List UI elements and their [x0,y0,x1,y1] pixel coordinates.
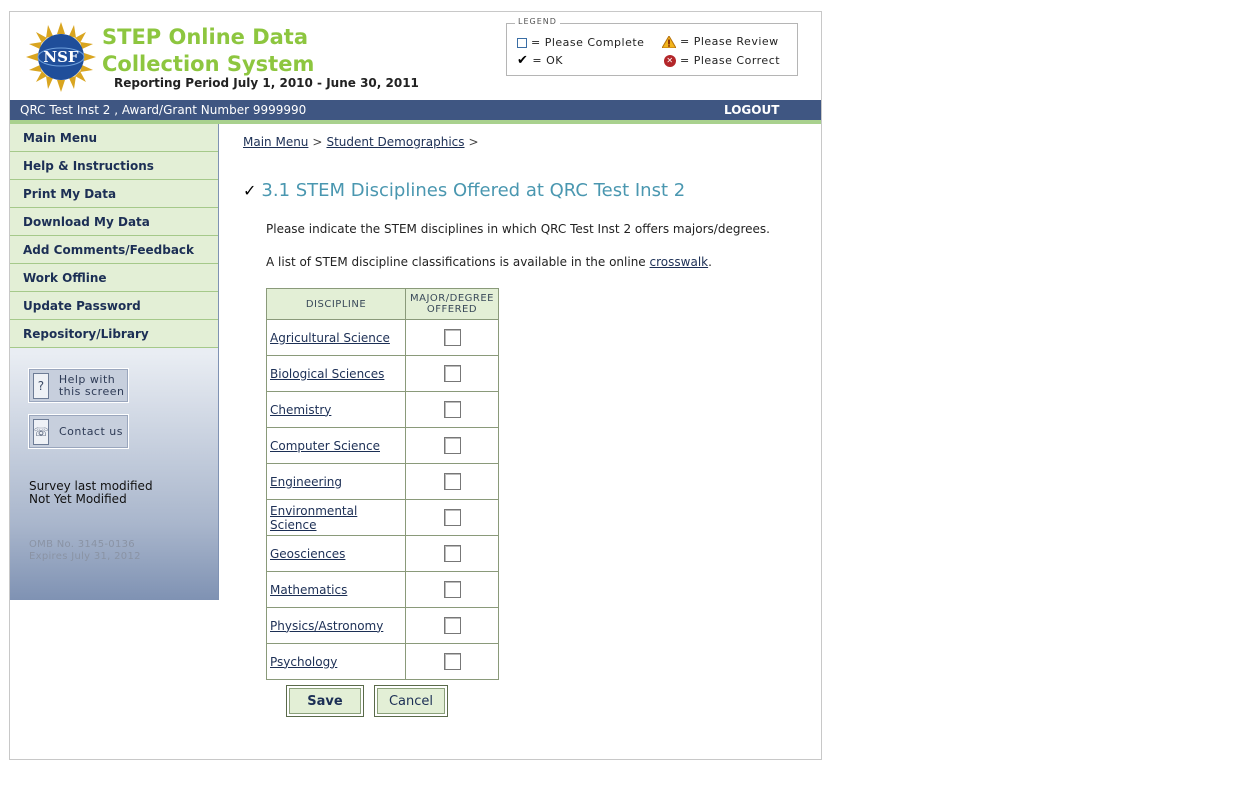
discipline-link[interactable]: Engineering [270,475,342,489]
nsf-logo: NSF [26,22,96,92]
sidebar-item-print-my-data[interactable]: Print My Data [10,180,218,208]
empty-box-icon [517,37,527,48]
contact-us-button[interactable]: ☏ Contact us [28,414,129,449]
offered-checkbox[interactable] [443,437,461,454]
error-icon: ✕ [664,54,676,67]
nsf-logo-text: NSF [43,48,79,66]
discipline-link[interactable]: Environmental Science [270,504,357,532]
table-row: Geosciences [266,535,499,572]
table-row: Biological Sciences [266,355,499,392]
omb-number: OMB No. 3145-0136 [29,539,135,550]
discipline-link[interactable]: Psychology [270,655,337,669]
sidebar-item-help-instructions[interactable]: Help & Instructions [10,152,218,180]
warning-icon [662,35,676,48]
legend-please-review: = Please Review [662,35,779,48]
breadcrumb-main-menu[interactable]: Main Menu [243,135,308,149]
discipline-link[interactable]: Physics/Astronomy [270,619,383,633]
phone-icon: ☏ [33,418,49,445]
save-button[interactable]: Save [286,685,364,717]
table-row: Mathematics [266,571,499,608]
cancel-button[interactable]: Cancel [374,685,448,717]
discipline-link[interactable]: Agricultural Science [270,331,390,345]
table-row: Psychology [266,643,499,680]
legend: LEGEND = Please Complete = Please Review… [506,17,798,76]
offered-checkbox[interactable] [443,329,461,346]
table-row: Agricultural Science [266,319,499,356]
disciplines-table: DISCIPLINE MAJOR/DEGREE OFFERED Agricult… [266,288,499,680]
survey-status: Survey last modified Not Yet Modified [29,480,153,506]
table-row: Engineering [266,463,499,500]
table-row: Computer Science [266,427,499,464]
reporting-period: Reporting Period July 1, 2010 - June 30,… [114,76,419,90]
column-header-offered: MAJOR/DEGREE OFFERED [405,288,499,320]
question-icon: ? [33,372,49,399]
legend-title: LEGEND [515,17,560,26]
offered-checkbox[interactable] [443,473,461,490]
instruction-text: Please indicate the STEM disciplines in … [266,222,770,236]
sidebar-item-add-comments[interactable]: Add Comments/Feedback [10,236,218,264]
table-row: Environmental Science [266,499,499,536]
offered-checkbox[interactable] [443,365,461,382]
page-frame: NSF STEP Online Data Collection System R… [9,11,822,760]
sidebar: Main Menu Help & Instructions Print My D… [10,124,219,600]
survey-value: Not Yet Modified [29,492,127,506]
discipline-link[interactable]: Chemistry [270,403,331,417]
table-header-row: DISCIPLINE MAJOR/DEGREE OFFERED [266,288,499,320]
crosswalk-link[interactable]: crosswalk [650,255,709,269]
legend-ok: ✔ = OK [517,52,563,68]
omb-expires: Expires July 31, 2012 [29,551,141,562]
column-header-discipline: DISCIPLINE [266,288,406,320]
crosswalk-text: A list of STEM discipline classification… [266,255,712,269]
top-bar: QRC Test Inst 2 , Award/Grant Number 999… [10,100,821,120]
legend-please-complete: = Please Complete [517,36,644,49]
offered-checkbox[interactable] [443,581,461,598]
discipline-link[interactable]: Computer Science [270,439,380,453]
check-icon: ✓ [243,181,257,200]
discipline-link[interactable]: Geosciences [270,547,345,561]
sidebar-item-update-password[interactable]: Update Password [10,292,218,320]
discipline-link[interactable]: Mathematics [270,583,347,597]
logout-link[interactable]: LOGOUT [724,103,779,117]
discipline-link[interactable]: Biological Sciences [270,367,384,381]
offered-checkbox[interactable] [443,509,461,526]
table-row: Physics/Astronomy [266,607,499,644]
sidebar-item-download-my-data[interactable]: Download My Data [10,208,218,236]
offered-checkbox[interactable] [443,653,461,670]
sidebar-item-main-menu[interactable]: Main Menu [10,124,218,152]
institution-info: QRC Test Inst 2 , Award/Grant Number 999… [20,103,307,117]
app-title: STEP Online Data Collection System [102,25,315,76]
page-title-text: 3.1 STEM Disciplines Offered at QRC Test… [261,180,686,201]
check-icon: ✔ [517,52,529,68]
offered-checkbox[interactable] [443,545,461,562]
sidebar-item-repository-library[interactable]: Repository/Library [10,320,218,348]
help-with-screen-button[interactable]: ? Help with this screen [28,368,129,403]
legend-please-correct: ✕ = Please Correct [664,54,780,67]
omb-info: OMB No. 3145-0136 Expires July 31, 2012 [29,539,141,563]
table-row: Chemistry [266,391,499,428]
offered-checkbox[interactable] [443,617,461,634]
sidebar-item-work-offline[interactable]: Work Offline [10,264,218,292]
page-title: ✓ 3.1 STEM Disciplines Offered at QRC Te… [243,180,685,201]
breadcrumb: Main Menu > Student Demographics > [243,135,479,149]
offered-checkbox[interactable] [443,401,461,418]
breadcrumb-student-demographics[interactable]: Student Demographics [326,135,464,149]
